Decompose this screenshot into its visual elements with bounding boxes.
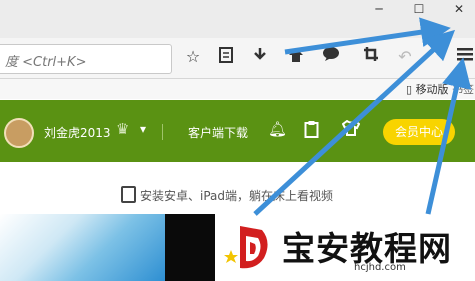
bookmark-extra: 书签 <box>452 83 475 96</box>
menu-icon[interactable] <box>454 46 475 68</box>
banner-dark-panel <box>165 214 215 281</box>
chevron-down-icon[interactable]: ▾ <box>140 122 146 136</box>
window-titlebar <box>0 0 475 38</box>
header-divider <box>162 124 163 140</box>
search-input[interactable]: 度 <Ctrl+K> <box>0 44 172 74</box>
banner-image <box>0 214 165 281</box>
watermark-subtitle: hcjhd.com <box>354 262 406 273</box>
avatar[interactable] <box>4 118 34 148</box>
mobile-label: 移动版 <box>415 83 449 96</box>
minimize-button[interactable]: ─ <box>372 0 386 18</box>
undo-icon[interactable]: ↶ <box>394 46 416 68</box>
home-icon[interactable] <box>285 46 307 68</box>
tablet-icon <box>121 186 136 203</box>
chat-icon[interactable] <box>320 46 342 68</box>
promo-link[interactable]: 安装安卓、iPad端，躺在床上看视频 <box>140 187 333 204</box>
clipboard-icon[interactable] <box>304 120 319 142</box>
crown-icon: ♛ <box>116 120 130 138</box>
shirt-icon[interactable] <box>341 119 361 140</box>
crop-icon[interactable] <box>360 46 382 68</box>
close-button[interactable]: ✕ <box>450 0 468 18</box>
reader-icon[interactable] <box>215 46 237 68</box>
watermark-logo-icon <box>224 226 268 269</box>
phone-icon: ▯ <box>406 83 413 96</box>
star-icon[interactable]: ☆ <box>182 46 204 68</box>
restore-button[interactable]: ☐ <box>410 0 428 18</box>
username[interactable]: 刘金虎2013 <box>44 124 111 141</box>
download-icon[interactable] <box>249 46 271 68</box>
client-download-link[interactable]: 客户端下载 <box>188 124 248 141</box>
vip-center-button[interactable]: 会员中心 <box>383 119 455 145</box>
bell-icon[interactable]: 🔔︎ <box>268 120 287 138</box>
search-placeholder: 度 <Ctrl+K> <box>5 55 87 70</box>
promo-text: 安装安卓、iPad端，躺在床上看视频 <box>140 189 334 203</box>
bookmarks-bar <box>0 79 475 99</box>
mobile-bookmark[interactable]: ▯ 移动版 书签 <box>406 81 474 97</box>
